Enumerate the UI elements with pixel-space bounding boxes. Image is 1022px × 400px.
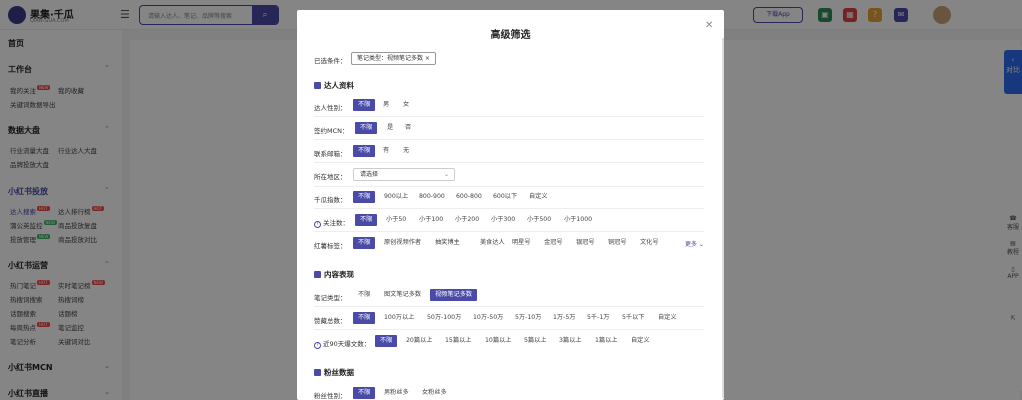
- section-fans-data: 粉丝数据: [314, 367, 354, 378]
- likes-opt[interactable]: 自定义: [658, 312, 677, 324]
- gender-opt[interactable]: 不限: [353, 99, 376, 111]
- more-link[interactable]: 更多 ⌄: [685, 239, 704, 248]
- likes-label: 赞藏总数：: [314, 317, 347, 325]
- divider: [314, 186, 704, 187]
- selected-label: 已选条件：: [314, 57, 347, 65]
- likes-opt[interactable]: 1万-5万: [553, 312, 575, 324]
- contact-opt[interactable]: 无: [403, 145, 409, 157]
- advanced-filter-modal: 高级筛选 ✕ 已选条件： 笔记类型：视频笔记多数 × 达人资料 达人性别： 不限…: [297, 10, 724, 400]
- fans-index-opt[interactable]: 600-800: [456, 191, 482, 203]
- tags-opt[interactable]: 银冠号: [576, 237, 595, 249]
- focus-opt[interactable]: 不限: [355, 214, 378, 226]
- focus-opt[interactable]: 小于200: [455, 214, 479, 226]
- divider: [314, 139, 704, 140]
- interact-opt[interactable]: 20篇以上: [406, 335, 432, 347]
- mcn-label: 签约MCN：: [314, 127, 349, 135]
- interact-opt[interactable]: 5篇以上: [524, 335, 547, 347]
- tags-label: 红薯标签：: [314, 242, 347, 250]
- likes-opt[interactable]: 50万-100万: [427, 312, 461, 324]
- modal-scrollbar[interactable]: [722, 38, 724, 398]
- focus-opt[interactable]: 小于300: [491, 214, 515, 226]
- interact-opt[interactable]: 不限: [375, 335, 398, 347]
- document-icon: [314, 369, 321, 376]
- likes-opt[interactable]: 10万-50万: [473, 312, 503, 324]
- focus-opt[interactable]: 小于1000: [564, 214, 592, 226]
- focus-opt[interactable]: 小于100: [419, 214, 443, 226]
- tags-opt[interactable]: 文化号: [640, 237, 659, 249]
- mcn-opt[interactable]: 否: [405, 122, 411, 134]
- divider: [314, 306, 704, 307]
- focus-label: ? 关注数：: [314, 217, 349, 228]
- fans-index-opt[interactable]: 800-900: [419, 191, 445, 203]
- focus-opt[interactable]: 小于50: [386, 214, 406, 226]
- divider: [314, 231, 704, 232]
- mcn-opt[interactable]: 是: [387, 122, 393, 134]
- tags-opt[interactable]: 明星号: [512, 237, 531, 249]
- note-type-label: 笔记类型：: [314, 294, 347, 302]
- contact-opt[interactable]: 有: [383, 145, 389, 157]
- mcn-opt[interactable]: 不限: [355, 122, 378, 134]
- gender-label: 达人性别：: [314, 104, 347, 112]
- fans-index-label: 千瓜指数：: [314, 196, 347, 204]
- fans-index-opt[interactable]: 自定义: [529, 191, 548, 203]
- divider: [314, 329, 704, 330]
- divider: [314, 162, 704, 163]
- interact-opt[interactable]: 10篇以上: [485, 335, 511, 347]
- contact-label: 联系邮箱：: [314, 150, 347, 158]
- interact-label: ? 近90天爆文数：: [314, 338, 370, 349]
- contact-opt[interactable]: 不限: [353, 145, 376, 157]
- note-type-opt[interactable]: 不限: [358, 289, 370, 301]
- fans-gender-opt[interactable]: 不限: [353, 387, 376, 399]
- help-icon[interactable]: ?: [314, 221, 321, 228]
- interact-opt[interactable]: 1篇以上: [595, 335, 618, 347]
- region-label: 所在地区：: [314, 173, 347, 181]
- fans-gender-opt[interactable]: 女粉丝多: [422, 387, 447, 399]
- divider: [314, 208, 704, 209]
- selected-tag[interactable]: 笔记类型：视频笔记多数 ×: [351, 52, 436, 65]
- divider: [314, 116, 704, 117]
- note-type-opt[interactable]: 图文笔记多数: [384, 289, 421, 301]
- close-icon[interactable]: ✕: [705, 20, 713, 31]
- tags-opt[interactable]: 原创视频作者: [384, 237, 421, 249]
- gender-opt[interactable]: 女: [403, 99, 409, 111]
- user-icon: [314, 82, 321, 89]
- note-type-opt[interactable]: 视频笔记多数: [430, 289, 478, 301]
- modal-title: 高级筛选: [490, 30, 531, 41]
- interact-opt[interactable]: 自定义: [631, 335, 650, 347]
- fans-gender-label: 粉丝性别：: [314, 392, 347, 400]
- chart-icon: [314, 271, 321, 278]
- help-icon[interactable]: ?: [314, 342, 321, 349]
- tags-opt[interactable]: 美食达人: [480, 237, 505, 249]
- likes-opt[interactable]: 不限: [353, 312, 376, 324]
- tags-opt[interactable]: 金冠号: [544, 237, 563, 249]
- interact-opt[interactable]: 3篇以上: [559, 335, 582, 347]
- region-select[interactable]: 请选择 ⌄: [353, 168, 455, 181]
- likes-opt[interactable]: 5万-10万: [515, 312, 541, 324]
- tags-opt[interactable]: 不限: [353, 237, 376, 249]
- fans-index-opt[interactable]: 不限: [353, 191, 376, 203]
- focus-opt[interactable]: 小于500: [527, 214, 551, 226]
- likes-opt[interactable]: 5千-1万: [587, 312, 609, 324]
- tags-opt[interactable]: 抽奖博主: [435, 237, 460, 249]
- tags-opt[interactable]: 铜冠号: [608, 237, 627, 249]
- chevron-down-icon: ⌄: [443, 171, 449, 178]
- fans-index-opt[interactable]: 600以下: [493, 191, 517, 203]
- likes-opt[interactable]: 5千以下: [622, 312, 645, 324]
- section-kol-profile: 达人资料: [314, 80, 354, 91]
- interact-opt[interactable]: 15篇以上: [445, 335, 471, 347]
- fans-index-opt[interactable]: 900以上: [384, 191, 408, 203]
- gender-opt[interactable]: 男: [383, 99, 389, 111]
- section-content-performance: 内容表现: [314, 269, 354, 280]
- fans-gender-opt[interactable]: 男粉丝多: [384, 387, 409, 399]
- likes-opt[interactable]: 100万以上: [384, 312, 414, 324]
